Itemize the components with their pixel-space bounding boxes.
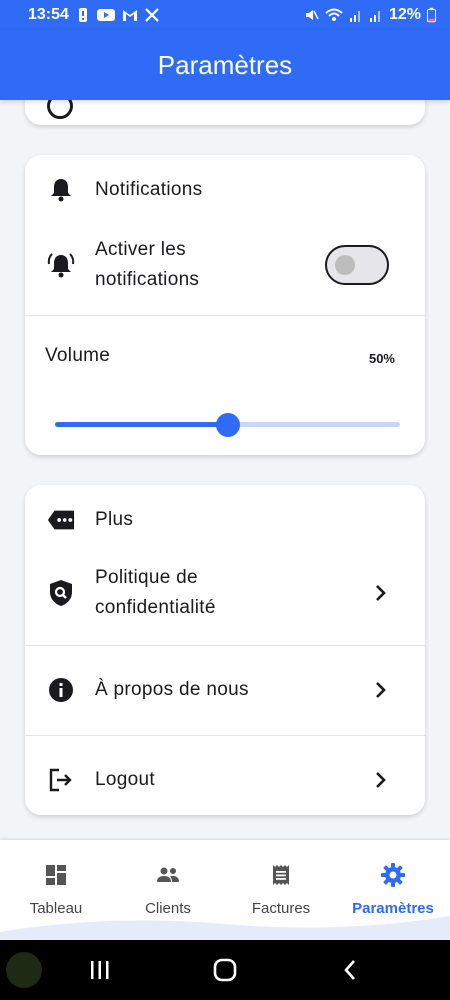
home-icon: [213, 958, 237, 982]
system-navigation-bar: [0, 940, 450, 1000]
people-icon: [155, 862, 181, 888]
notifications-card: Notifications Activer les notifications …: [25, 155, 425, 455]
nav-item-factures[interactable]: Factures: [225, 840, 337, 930]
wifi-icon: [325, 8, 343, 21]
nav-item-parametres[interactable]: Paramètres: [337, 840, 449, 930]
youtube-icon: [96, 9, 115, 21]
bell-icon: [47, 176, 75, 204]
watermark-logo: [6, 952, 42, 988]
status-time: 13:54: [28, 6, 69, 23]
volume-value: 50%: [368, 351, 395, 366]
more-tag-icon: [47, 506, 75, 534]
more-header-label: Plus: [95, 509, 134, 530]
notifications-toggle[interactable]: [325, 245, 389, 285]
logout-label: Logout: [95, 769, 155, 790]
slider-thumb[interactable]: [215, 413, 240, 437]
nav-item-clients[interactable]: Clients: [112, 840, 224, 930]
mute-icon: [305, 10, 319, 20]
nav-label: Factures: [251, 900, 311, 917]
alert-icon: [78, 8, 87, 22]
chevron-right-icon: [376, 772, 386, 788]
notifications-header-label: Notifications: [95, 179, 203, 200]
notifications-header: Notifications: [25, 173, 425, 207]
privacy-label-line1: Politique de: [95, 567, 198, 588]
back-icon: [344, 960, 355, 980]
signal-icon: [349, 11, 360, 22]
recent-apps-icon: [91, 961, 109, 979]
settings-content[interactable]: Notifications Activer les notifications …: [0, 100, 450, 840]
bottom-navigation: Tableau Clients Factures Paramètres: [0, 840, 450, 940]
signal-icon-2: [369, 11, 380, 22]
logout-icon: [47, 766, 75, 794]
receipt-icon: [268, 862, 294, 888]
back-button[interactable]: [330, 955, 370, 985]
slider-fill: [55, 422, 228, 427]
nav-item-tableau[interactable]: Tableau: [0, 840, 112, 930]
battery-percentage: 12%: [388, 6, 421, 23]
x-icon: [145, 8, 159, 22]
more-card: Plus Politique de confidentialité À prop…: [25, 485, 425, 815]
privacy-label-line2: confidentialité: [95, 597, 216, 618]
divider: [25, 735, 425, 736]
nav-label: Tableau: [29, 900, 83, 917]
battery-icon: [427, 7, 436, 23]
account-icon: [47, 100, 73, 119]
about-label: À propos de nous: [95, 679, 249, 700]
nav-label: Paramètres: [352, 900, 434, 917]
volume-slider[interactable]: [55, 411, 400, 439]
chevron-right-icon: [376, 585, 386, 601]
recent-apps-button[interactable]: [80, 955, 120, 985]
gmail-icon: [122, 10, 137, 21]
info-icon: [47, 676, 75, 704]
privacy-policy-row[interactable]: Politique de confidentialité: [25, 563, 425, 623]
alarm-bell-icon: [47, 251, 75, 279]
about-row[interactable]: À propos de nous: [25, 670, 425, 710]
shield-search-icon: [47, 579, 75, 607]
settings-icon: [380, 862, 406, 888]
page-title: Paramètres: [157, 49, 293, 80]
logout-row[interactable]: Logout: [25, 760, 425, 800]
toggle-knob: [335, 255, 355, 275]
settings-card-top: [25, 100, 425, 125]
status-bar: 13:54 12%: [0, 0, 450, 30]
chevron-right-icon: [376, 682, 386, 698]
enable-notifications-label-line1: Activer les: [95, 239, 186, 260]
app-bar: Paramètres: [0, 30, 450, 100]
nav-label: Clients: [145, 900, 191, 917]
divider: [25, 315, 425, 316]
home-button[interactable]: [205, 955, 245, 985]
volume-label: Volume: [45, 345, 111, 366]
more-header: Plus: [25, 503, 425, 537]
divider: [25, 645, 425, 646]
dashboard-icon: [43, 862, 69, 888]
enable-notifications-label-line2: notifications: [95, 269, 200, 290]
